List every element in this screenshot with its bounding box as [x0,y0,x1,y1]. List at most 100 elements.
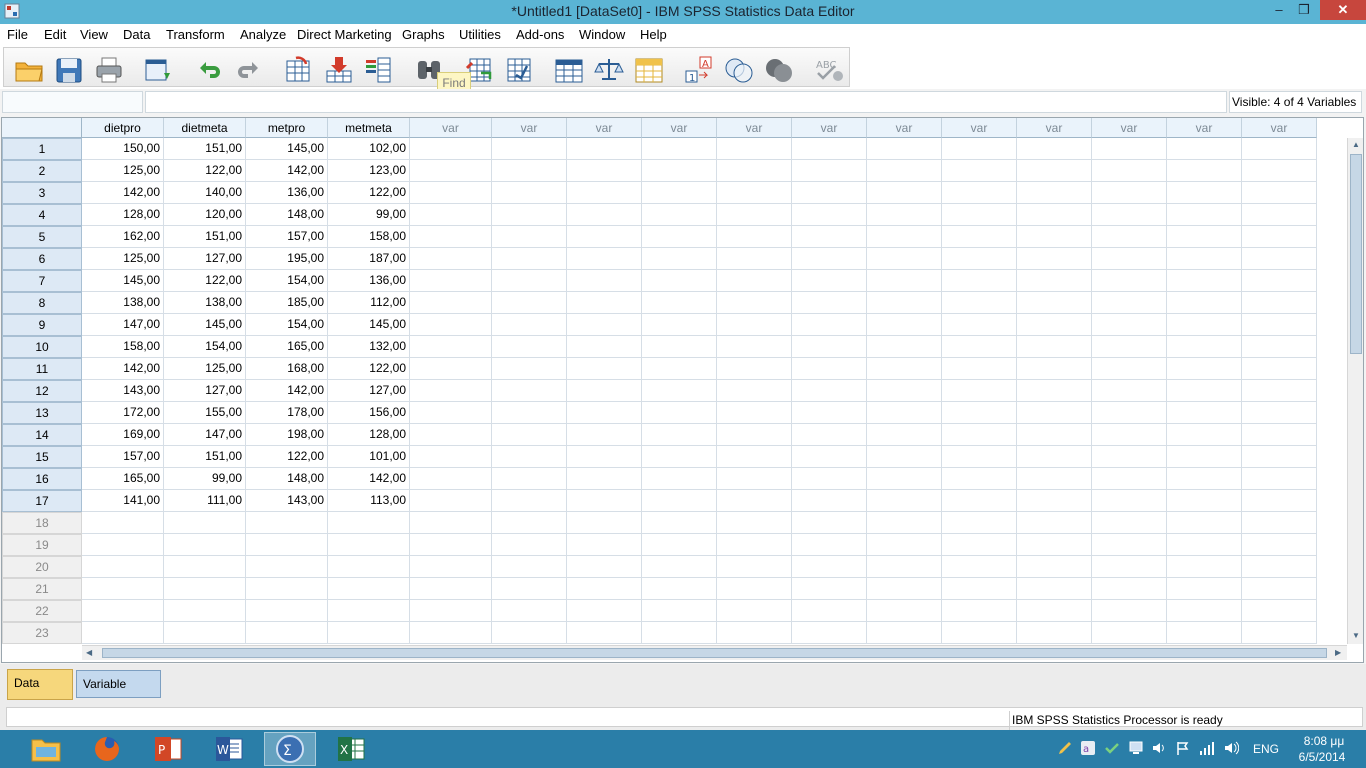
data-cell[interactable] [1167,622,1242,644]
data-cell[interactable] [717,534,792,556]
data-cell[interactable] [642,622,717,644]
data-cell[interactable] [1017,248,1092,270]
data-cell[interactable] [567,226,642,248]
data-cell[interactable]: 154,00 [246,270,328,292]
data-cell[interactable] [642,248,717,270]
data-cell[interactable]: 165,00 [82,468,164,490]
data-cell[interactable] [410,248,492,270]
row-header[interactable]: 4 [2,204,82,226]
data-cell[interactable] [1167,468,1242,490]
data-cell[interactable] [1167,204,1242,226]
data-cell[interactable] [1092,468,1167,490]
data-cell[interactable] [642,402,717,424]
column-header[interactable]: var [410,118,492,138]
tray-pen-icon[interactable] [1057,740,1073,756]
column-header[interactable]: var [942,118,1017,138]
recall-dialog-icon[interactable] [144,55,174,85]
data-cell[interactable] [410,292,492,314]
data-cell[interactable] [567,160,642,182]
data-cell[interactable]: 147,00 [82,314,164,336]
data-cell[interactable] [867,226,942,248]
data-cell[interactable] [410,138,492,160]
data-cell[interactable] [1092,446,1167,468]
data-cell[interactable] [246,556,328,578]
data-cell[interactable] [164,534,246,556]
data-cell[interactable] [410,446,492,468]
data-cell[interactable] [1242,402,1317,424]
data-cell[interactable] [567,556,642,578]
data-cell[interactable]: 157,00 [246,226,328,248]
data-cell[interactable] [942,512,1017,534]
data-cell[interactable] [717,336,792,358]
data-cell[interactable] [492,556,567,578]
data-cell[interactable]: 145,00 [164,314,246,336]
data-cell[interactable] [492,358,567,380]
data-cell[interactable]: 158,00 [328,226,410,248]
data-cell[interactable] [867,138,942,160]
row-header[interactable]: 15 [2,446,82,468]
column-header[interactable]: var [492,118,567,138]
data-cell[interactable] [567,512,642,534]
data-cell[interactable]: 122,00 [328,182,410,204]
data-cell[interactable] [867,292,942,314]
data-cell[interactable] [1167,160,1242,182]
print-icon[interactable] [94,55,124,85]
data-cell[interactable] [1092,314,1167,336]
data-cell[interactable] [867,314,942,336]
data-cell[interactable] [567,402,642,424]
data-cell[interactable] [410,600,492,622]
data-cell[interactable]: 169,00 [82,424,164,446]
data-cell[interactable] [164,622,246,644]
data-cell[interactable] [492,600,567,622]
row-header[interactable]: 19 [2,534,82,556]
data-cell[interactable] [246,622,328,644]
excel-icon[interactable]: X [325,732,377,766]
data-cell[interactable] [642,424,717,446]
data-cell[interactable] [567,138,642,160]
row-header[interactable]: 14 [2,424,82,446]
data-cell[interactable]: 142,00 [82,182,164,204]
data-cell[interactable] [410,512,492,534]
data-cell[interactable] [942,468,1017,490]
data-cell[interactable]: 125,00 [164,358,246,380]
data-cell[interactable]: 122,00 [164,160,246,182]
data-cell[interactable] [1242,424,1317,446]
data-cell[interactable]: 136,00 [246,182,328,204]
data-cell[interactable] [164,556,246,578]
data-cell[interactable]: 127,00 [164,248,246,270]
menu-transform[interactable]: Transform [166,27,225,42]
data-cell[interactable] [328,578,410,600]
scroll-up-icon[interactable]: ▲ [1352,140,1360,149]
data-cell[interactable] [717,468,792,490]
data-cell[interactable] [867,600,942,622]
language-indicator[interactable]: ENG [1253,742,1279,756]
data-cell[interactable] [567,380,642,402]
data-cell[interactable] [492,468,567,490]
data-cell[interactable] [867,204,942,226]
data-cell[interactable] [1167,424,1242,446]
data-cell[interactable] [567,270,642,292]
data-cell[interactable] [1242,314,1317,336]
column-header[interactable]: metpro [246,118,328,138]
redo-icon[interactable] [234,55,264,85]
data-cell[interactable] [410,380,492,402]
data-cell[interactable] [867,358,942,380]
data-cell[interactable]: 145,00 [246,138,328,160]
data-cell[interactable]: 102,00 [328,138,410,160]
variables-icon[interactable] [364,55,394,85]
data-cell[interactable] [792,622,867,644]
data-cell[interactable]: 148,00 [246,468,328,490]
data-cell[interactable] [410,358,492,380]
row-header[interactable]: 6 [2,248,82,270]
horizontal-scrollbar[interactable]: ◀ ▶ [82,645,1347,660]
data-cell[interactable] [792,600,867,622]
data-cell[interactable] [1017,402,1092,424]
data-cell[interactable]: 128,00 [82,204,164,226]
data-cell[interactable] [642,182,717,204]
data-cell[interactable] [942,556,1017,578]
data-cell[interactable]: 147,00 [164,424,246,446]
data-cell[interactable] [792,534,867,556]
data-cell[interactable]: 156,00 [328,402,410,424]
data-cell[interactable] [328,534,410,556]
data-cell[interactable] [1242,534,1317,556]
